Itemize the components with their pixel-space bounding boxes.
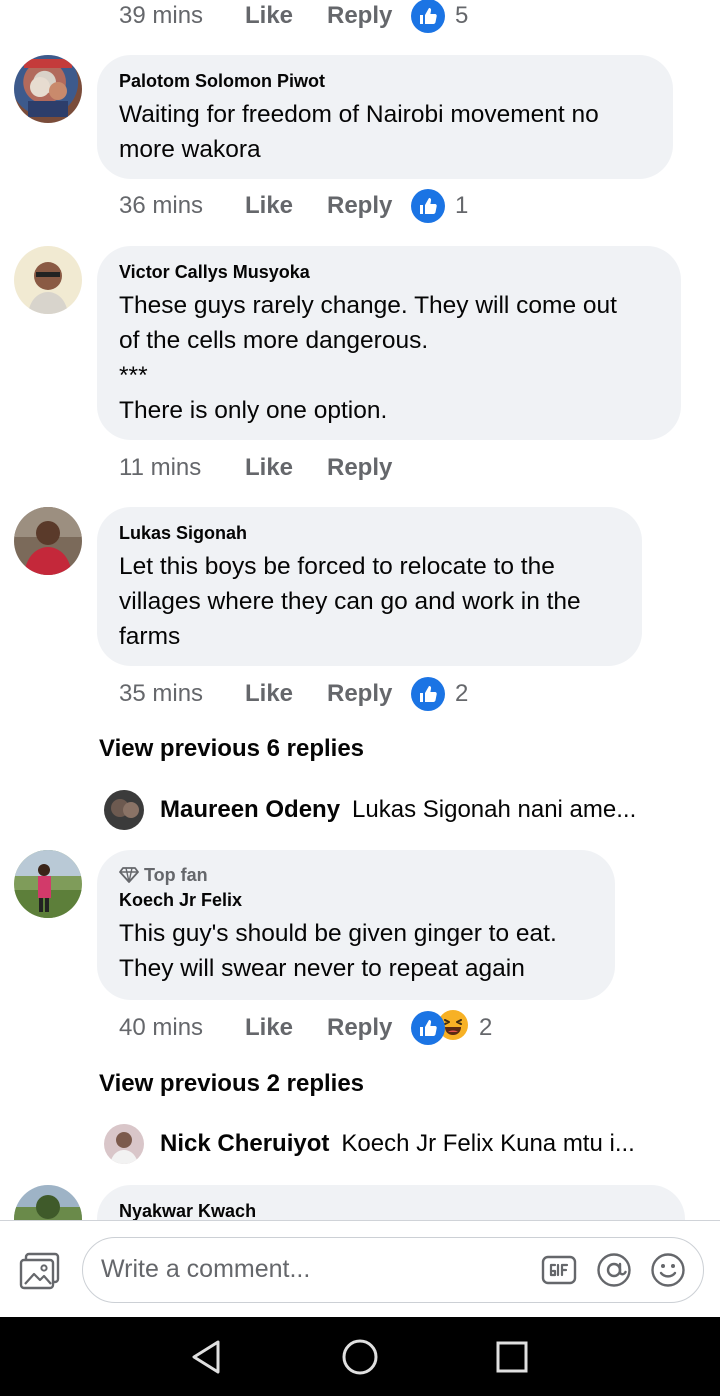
comment-line: Waiting for freedom of Nairobi movement … [119, 101, 599, 128]
avatar[interactable] [14, 850, 82, 918]
top-fan-badge: Top fan [119, 862, 593, 888]
comment-author[interactable]: Lukas Sigonah [119, 521, 620, 545]
latest-reply[interactable]: Maureen Odeny Lukas Sigonah nani ame... [104, 789, 636, 831]
comment-line: Let this boys be forced to relocate to t… [119, 553, 555, 580]
like-icon [411, 1011, 445, 1045]
reaction-summary[interactable]: 5 [411, 0, 468, 33]
like-button[interactable]: Like [245, 192, 327, 220]
comment-author[interactable]: Nyakwar Kwach [119, 1199, 663, 1220]
photo-icon[interactable] [19, 1252, 61, 1290]
comment-line: These guys rarely change. They will come… [119, 292, 617, 319]
avatar[interactable] [14, 1185, 82, 1220]
reaction-summary[interactable]: 1 [411, 189, 468, 223]
comment-line: of the cells more dangerous. [119, 327, 429, 354]
view-previous-replies[interactable]: View previous 6 replies [99, 735, 364, 763]
comment-line: *** [119, 362, 148, 389]
like-button[interactable]: Like [245, 680, 327, 708]
comment-line: This guy's should be given ginger to eat… [119, 920, 557, 947]
comment-bubble[interactable]: Lukas Sigonah Let this boys be forced to… [97, 507, 642, 666]
comment-time: 39 mins [119, 2, 204, 29]
avatar[interactable] [14, 55, 82, 123]
comment-author[interactable]: Palotom Solomon Piwot [119, 69, 651, 93]
reaction-summary[interactable]: 2 [411, 1009, 492, 1048]
comment-line: They will swear never to repeat again [119, 955, 525, 982]
reply-button[interactable]: Reply [327, 454, 411, 482]
comment-text: Waiting for freedom of Nairobi movement … [119, 97, 651, 167]
comment-author[interactable]: Koech Jr Felix [119, 888, 593, 912]
comment-line: There is only one option. [119, 397, 388, 424]
comment-composer: Write a comment... [0, 1220, 720, 1318]
reply-button[interactable]: Reply [327, 680, 411, 708]
reply-preview: Lukas Sigonah nani ame... [352, 796, 637, 823]
comment-meta: 36 mins Like Reply 1 [119, 186, 468, 226]
latest-reply[interactable]: Nick Cheruiyot Koech Jr Felix Kuna mtu i… [104, 1123, 635, 1165]
comment-input[interactable]: Write a comment... [82, 1237, 704, 1303]
comment-line: farms [119, 623, 181, 650]
comment-author[interactable]: Victor Callys Musyoka [119, 260, 659, 284]
comment-text: This guy's should be given ginger to eat… [119, 916, 593, 986]
reaction-count: 2 [479, 1014, 493, 1041]
at-icon[interactable] [596, 1252, 632, 1288]
recents-icon[interactable] [492, 1337, 532, 1377]
comment-bubble[interactable]: Victor Callys Musyoka These guys rarely … [97, 246, 681, 440]
reaction-count: 2 [455, 680, 469, 707]
reaction-count: 1 [455, 192, 469, 219]
like-icon [411, 677, 445, 711]
comment-line: villages where they can go and work in t… [119, 588, 581, 615]
comment-text: Let this boys be forced to relocate to t… [119, 549, 620, 654]
reply-button[interactable]: Reply [327, 192, 411, 220]
reply-author[interactable]: Maureen Odeny [160, 796, 340, 824]
smiley-icon[interactable] [650, 1252, 686, 1288]
comment-meta: 11 mins Like Reply [119, 448, 411, 488]
comment-meta: 35 mins Like Reply 2 [119, 674, 468, 714]
top-fan-label: Top fan [144, 865, 208, 885]
system-navigation-bar [0, 1317, 720, 1396]
comment-meta: 39 mins Like Reply 5 [119, 0, 468, 36]
like-button[interactable]: Like [245, 454, 327, 482]
reaction-count: 5 [455, 2, 469, 29]
back-icon[interactable] [186, 1337, 226, 1377]
comment-time: 36 mins [119, 192, 204, 219]
comment-input-placeholder: Write a comment... [101, 1255, 311, 1283]
comment-time: 11 mins [119, 454, 202, 481]
diamond-icon [119, 867, 139, 883]
comment-bubble[interactable]: Palotom Solomon Piwot Waiting for freedo… [97, 55, 673, 179]
reply-preview: Koech Jr Felix Kuna mtu i... [341, 1130, 635, 1157]
comment-line: more wakora [119, 136, 261, 163]
home-icon[interactable] [340, 1337, 380, 1377]
comment-bubble[interactable]: Nyakwar Kwach [97, 1185, 685, 1220]
reaction-summary[interactable]: 2 [411, 677, 468, 711]
like-icon [411, 189, 445, 223]
reply-button[interactable]: Reply [327, 1014, 411, 1042]
like-icon [411, 0, 445, 33]
view-previous-replies[interactable]: View previous 2 replies [99, 1070, 364, 1098]
avatar[interactable] [14, 507, 82, 575]
comment-text: These guys rarely change. They will come… [119, 288, 659, 428]
like-button[interactable]: Like [245, 2, 327, 30]
comment-time: 40 mins [119, 1014, 204, 1041]
gif-icon[interactable] [541, 1252, 577, 1288]
comment-meta: 40 mins Like Reply 2 [119, 1008, 492, 1048]
reply-author[interactable]: Nick Cheruiyot [160, 1130, 329, 1158]
like-button[interactable]: Like [245, 1014, 327, 1042]
avatar[interactable] [14, 246, 82, 314]
comment-bubble[interactable]: Top fan Koech Jr Felix This guy's should… [97, 850, 615, 1000]
reply-avatar[interactable] [104, 790, 144, 830]
comment-time: 35 mins [119, 680, 204, 707]
reply-button[interactable]: Reply [327, 2, 411, 30]
comments-feed[interactable]: 39 mins Like Reply 5 Palotom Solomon Piw… [0, 0, 720, 1220]
reply-avatar[interactable] [104, 1124, 144, 1164]
